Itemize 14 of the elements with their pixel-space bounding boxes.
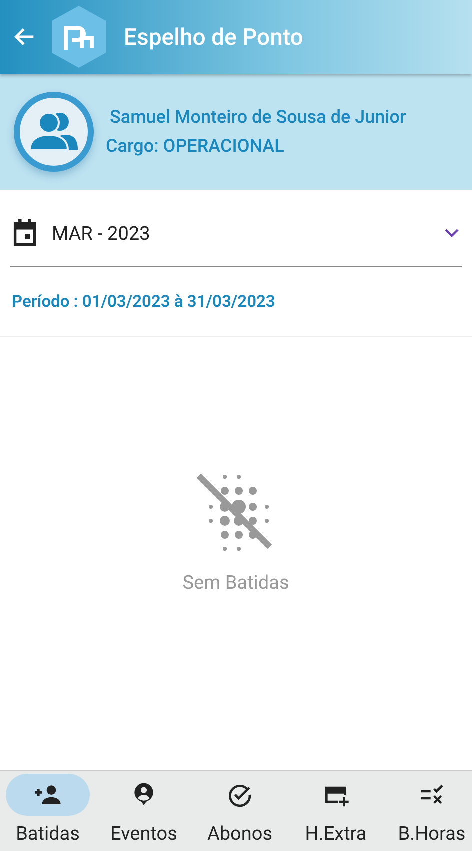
nav-tab[interactable]: Batidas <box>0 771 96 851</box>
month-select[interactable]: MAR - 2023 <box>10 210 462 267</box>
nav-tab[interactable]: Abonos <box>192 771 288 851</box>
nav-tab[interactable]: Eventos <box>96 771 192 851</box>
nav-tab[interactable]: H.Extra <box>288 771 384 851</box>
nav-tab[interactable]: B.Horas <box>384 771 472 851</box>
employee-name: Samuel Monteiro de Sousa de Junior <box>110 107 406 128</box>
screen-title: Espelho de Ponto <box>124 24 304 50</box>
logo-icon <box>52 6 106 68</box>
period-text: Período : 01/03/2023 à 31/03/2023 <box>0 267 472 337</box>
employee-role: Cargo: OPERACIONAL <box>106 136 286 157</box>
empty-message: Sem Batidas <box>182 571 290 594</box>
caret-icon <box>444 228 460 238</box>
calendar-icon <box>12 219 38 247</box>
